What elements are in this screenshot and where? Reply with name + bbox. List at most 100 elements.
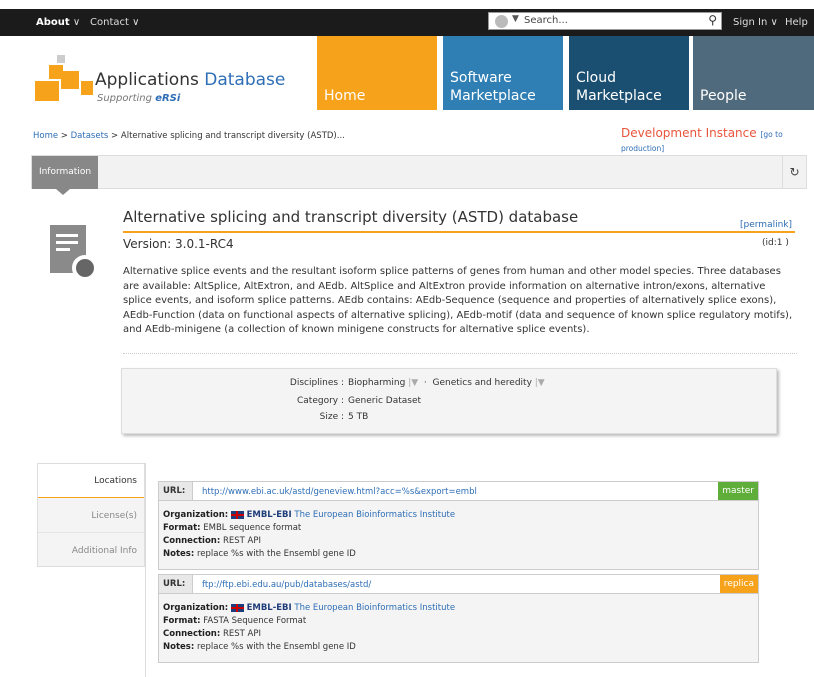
url-row: URL: http://www.ebi.ac.uk/astd/geneview.… xyxy=(159,482,758,501)
organization-name[interactable]: The European Bioinformatics Institute xyxy=(294,603,455,613)
dropdown-arrow-icon[interactable]: ▼ xyxy=(512,14,519,24)
icon-line xyxy=(56,248,70,251)
organization-short[interactable]: EMBL-EBI xyxy=(247,603,292,613)
notes-value: replace %s with the Ensembl gene ID xyxy=(196,549,356,559)
logo-square xyxy=(61,71,79,89)
brand-name-part1: Applications xyxy=(95,70,199,90)
status-badge: replica xyxy=(719,575,758,593)
status-badge: master xyxy=(718,482,758,500)
url-label: URL: xyxy=(159,482,193,500)
help-link[interactable]: Help xyxy=(785,17,808,28)
divider xyxy=(145,463,146,677)
gear-icon[interactable] xyxy=(495,15,508,28)
brand-sub-text: Supporting xyxy=(97,93,152,104)
category-value: Generic Dataset xyxy=(348,396,422,406)
sign-in-menu[interactable]: Sign In ∨ xyxy=(733,17,778,28)
url-row: URL: ftp://ftp.ebi.edu.au/pub/databases/… xyxy=(159,575,758,594)
ebi-logo: eRSi xyxy=(155,93,181,104)
contact-menu[interactable]: Contact ∨ xyxy=(90,17,139,28)
breadcrumb-home[interactable]: Home xyxy=(33,131,58,141)
uk-flag-icon xyxy=(230,510,244,519)
disciplines-row: Disciplines : Biopharming |▼ · Genetics … xyxy=(122,378,778,392)
nav-tile-cloud-marketplace[interactable]: Cloud Marketplace xyxy=(569,36,689,110)
chevron-down-icon: ∨ xyxy=(72,17,81,28)
tab-information[interactable]: Information xyxy=(32,156,98,195)
location-card: URL: http://www.ebi.ac.uk/astd/geneview.… xyxy=(158,481,759,570)
sign-in-label: Sign In xyxy=(733,17,768,28)
size-label: Size : xyxy=(319,412,344,422)
notes-line: Notes: replace %s with the Ensembl gene … xyxy=(163,642,356,652)
format-line: Format: FASTA Sequence Format xyxy=(163,616,306,626)
format-value: EMBL sequence format xyxy=(203,523,302,533)
category-label: Category : xyxy=(296,396,344,406)
nav-tile-label: Software Marketplace xyxy=(450,70,536,104)
breadcrumb-datasets[interactable]: Datasets xyxy=(71,131,109,141)
location-details: Organization: EMBL-EBI The European Bioi… xyxy=(159,594,758,662)
top-navigation-bar: About ∨ Contact ∨ ▼ Search... ⚲ Sign In … xyxy=(0,0,814,36)
url-link[interactable]: ftp://ftp.ebi.edu.au/pub/databases/astd/ xyxy=(202,580,371,590)
side-tabs: Locations License(s) Additional Info xyxy=(37,463,145,567)
notes-label: Notes: xyxy=(163,549,195,559)
breadcrumb: Home > Datasets > Alternative splicing a… xyxy=(33,131,345,141)
logo-square xyxy=(81,81,93,95)
refresh-icon[interactable]: ↻ xyxy=(782,156,806,189)
dev-instance-label: Development Instance xyxy=(621,126,757,140)
notes-line: Notes: replace %s with the Ensembl gene … xyxy=(163,549,356,559)
connection-value: REST API xyxy=(222,536,261,546)
chevron-down-icon: ∨ xyxy=(770,17,778,28)
notes-label: Notes: xyxy=(163,642,195,652)
permalink-link[interactable]: [permalink] xyxy=(740,220,792,230)
info-tab-bar: Information ↻ xyxy=(31,155,807,195)
discipline-tag[interactable]: Genetics and heredity xyxy=(432,378,531,388)
brand-name[interactable]: Applications Database xyxy=(95,70,285,90)
icon-line xyxy=(56,241,78,244)
icon-line xyxy=(56,234,78,237)
discipline-tag[interactable]: Biopharming xyxy=(348,378,405,388)
side-tab-licenses[interactable]: License(s) xyxy=(38,499,144,533)
search-icon[interactable]: ⚲ xyxy=(708,13,717,27)
dataset-icon xyxy=(50,225,98,281)
nav-tile-software-marketplace[interactable]: Software Marketplace xyxy=(443,36,563,110)
brand-subtitle: Supporting eRSi xyxy=(97,93,180,104)
nav-tile-label: People xyxy=(700,88,747,104)
dataset-title: Alternative splicing and transcript dive… xyxy=(123,208,795,233)
organization-name[interactable]: The European Bioinformatics Institute xyxy=(294,510,455,520)
search-input[interactable]: Search... xyxy=(524,15,568,26)
connection-label: Connection: xyxy=(163,536,221,546)
notes-value: replace %s with the Ensembl gene ID xyxy=(196,642,356,652)
nav-tile-people[interactable]: People xyxy=(693,36,814,110)
connection-line: Connection: REST API xyxy=(163,536,261,546)
side-tab-additional-info[interactable]: Additional Info xyxy=(38,534,144,568)
brand-name-part2: Database xyxy=(204,70,286,90)
organization-line: Organization: EMBL-EBI The European Bioi… xyxy=(163,603,455,613)
uk-flag-icon xyxy=(230,603,244,612)
logo-square xyxy=(57,55,65,63)
nav-tile-home[interactable]: Home xyxy=(317,36,437,110)
gear-icon xyxy=(72,255,98,281)
organization-label: Organization: xyxy=(163,510,229,520)
url-link[interactable]: http://www.ebi.ac.uk/astd/geneview.html?… xyxy=(202,487,477,497)
location-details: Organization: EMBL-EBI The European Bioi… xyxy=(159,501,758,569)
chevron-down-icon: ∨ xyxy=(132,17,140,28)
version-label: Version: xyxy=(123,237,172,251)
connection-value: REST API xyxy=(222,629,261,639)
dataset-meta-box: Disciplines : Biopharming |▼ · Genetics … xyxy=(121,368,777,434)
side-tab-locations[interactable]: Locations xyxy=(38,464,144,498)
organization-short[interactable]: EMBL-EBI xyxy=(247,510,292,520)
contact-label: Contact xyxy=(90,17,129,28)
size-value: 5 TB xyxy=(348,412,369,422)
category-row: Category : Generic Dataset xyxy=(122,396,778,410)
size-row: Size : 5 TB xyxy=(122,412,778,426)
location-card: URL: ftp://ftp.ebi.edu.au/pub/databases/… xyxy=(158,574,759,663)
format-value: FASTA Sequence Format xyxy=(203,616,307,626)
url-label: URL: xyxy=(159,575,193,593)
breadcrumb-current: Alternative splicing and transcript dive… xyxy=(120,131,345,141)
filter-icon[interactable]: |▼ xyxy=(532,378,545,388)
search-box[interactable]: ▼ Search... ⚲ xyxy=(488,12,722,30)
about-menu[interactable]: About ∨ xyxy=(36,17,80,28)
divider xyxy=(123,353,797,354)
dataset-id: (id:1 ) xyxy=(762,238,789,248)
about-label: About xyxy=(36,17,70,28)
filter-icon[interactable]: |▼ xyxy=(405,378,418,388)
logo-square xyxy=(35,81,59,101)
